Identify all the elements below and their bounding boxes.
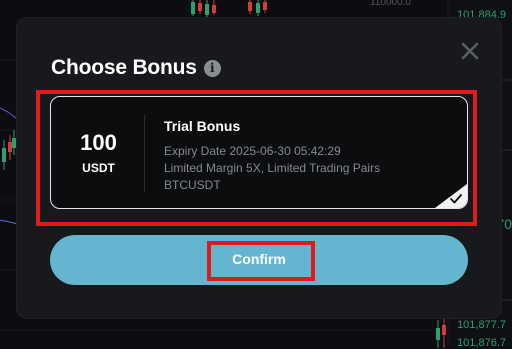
info-circle-icon[interactable]: i <box>203 59 221 77</box>
bonus-expiry: Expiry Date 2025-06-30 05:42:29 <box>164 144 341 158</box>
bonus-name: Trial Bonus <box>164 118 241 134</box>
title-row: Choose Bonus i <box>51 56 221 80</box>
bonus-limits: Limited Margin 5X, Limited Trading Pairs <box>164 161 381 175</box>
price-label: 101,876.7 <box>457 337 506 349</box>
top-axis-price: 110000.0 <box>370 0 411 8</box>
bonus-currency: USDT <box>82 161 115 175</box>
modal-title: Choose Bonus <box>51 56 197 79</box>
bonus-card[interactable]: 100 USDT Trial Bonus Expiry Date 2025-06… <box>50 96 468 209</box>
choose-bonus-modal: Choose Bonus i 100 USDT Trial Bonus Expi… <box>17 18 501 318</box>
bonus-pair: BTCUSDT <box>164 178 221 192</box>
checkmark-icon <box>435 184 467 208</box>
button-highlight-outline <box>207 241 315 281</box>
close-button[interactable] <box>459 40 481 62</box>
card-divider <box>144 115 145 192</box>
price-label: 101,877.7 <box>457 319 506 331</box>
bonus-info: Trial Bonus Expiry Date 2025-06-30 05:42… <box>164 118 380 194</box>
close-x-icon <box>461 42 479 60</box>
bonus-amount: 100 <box>80 130 117 155</box>
bonus-amount-block: 100 USDT <box>51 97 146 208</box>
